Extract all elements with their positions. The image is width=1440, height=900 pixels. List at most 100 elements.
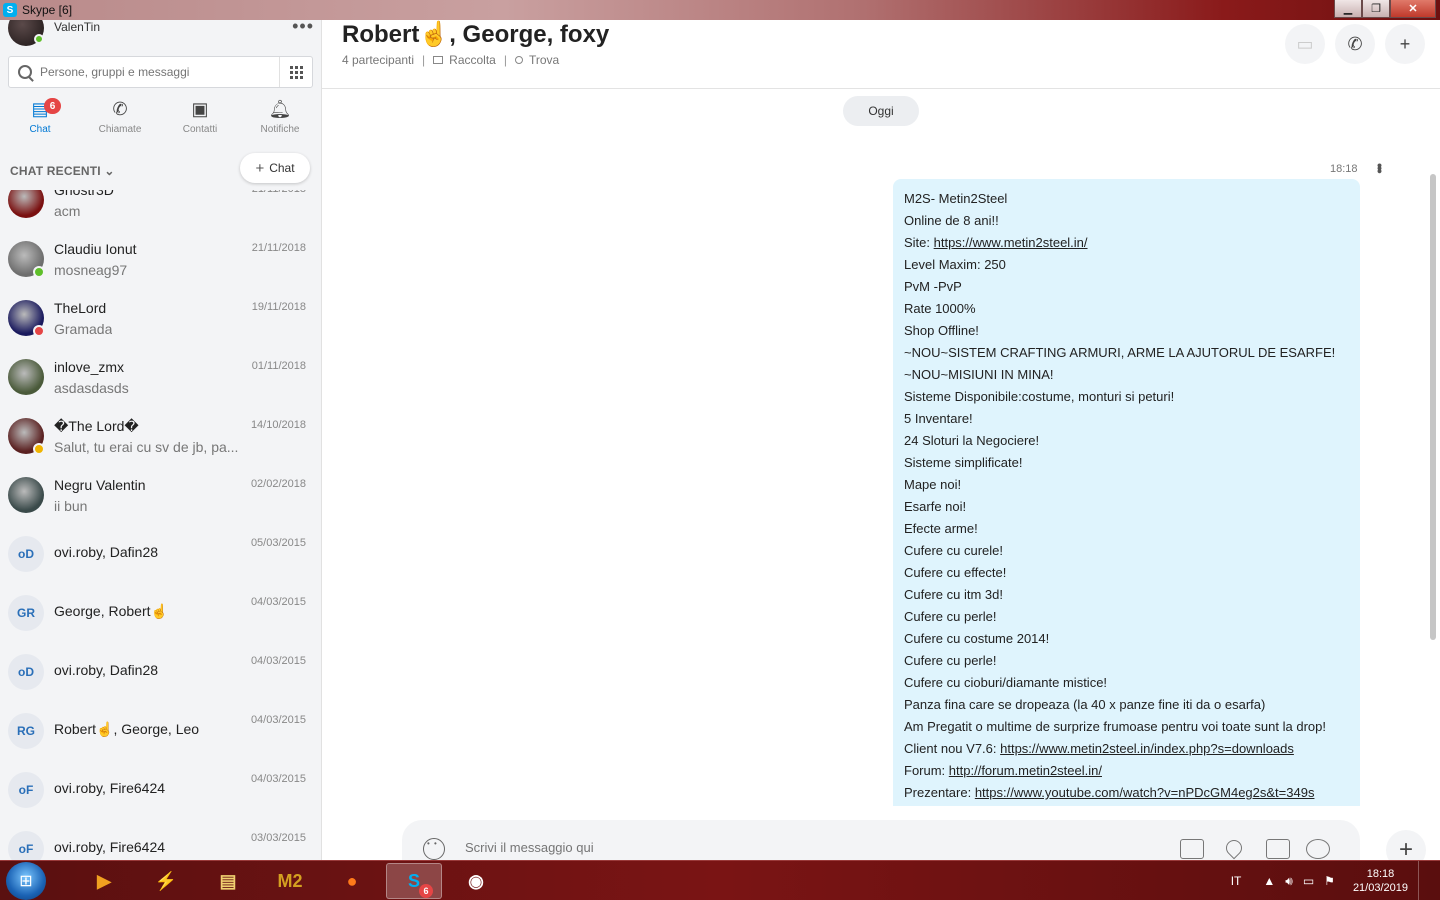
chat-name: ovi.roby, Dafin28 (54, 544, 159, 560)
conversation-title[interactable]: Robert☝, George, foxy (342, 20, 609, 49)
separator: | (422, 53, 426, 67)
chat-list-item[interactable]: inlove_zmx asdasdasds 01/11/2018 (0, 347, 321, 406)
chat-list[interactable]: Gnostr3D acm 21/11/2018 Claudiu Ionut mosnea… (0, 190, 321, 860)
message-link[interactable]: https://www.metin2steel.in/ (934, 235, 1088, 250)
find-icon (514, 56, 523, 64)
participants-link[interactable]: 4 partecipanti (342, 53, 414, 67)
message-line: ~NOU~MISIUNI IN MINA! (904, 366, 1349, 388)
dialpad-icon[interactable] (279, 57, 312, 87)
video-call-button[interactable]: ▭ (1285, 24, 1325, 64)
message-text: Level Maxim: 250 (904, 257, 1006, 272)
find-link[interactable]: Trova (529, 53, 559, 67)
message-link[interactable]: https://www.youtube.com/watch?v=nPDcGM4e… (975, 785, 1315, 800)
chat-name: TheLord (54, 300, 107, 316)
chat-preview: mosneag97 (54, 262, 128, 278)
gallery-link[interactable]: Raccolta (449, 53, 496, 67)
language-indicator[interactable]: IT (1231, 874, 1242, 888)
recent-chats-dropdown[interactable]: CHAT RECENTI ⌄ (10, 164, 115, 178)
maximize-button[interactable]: ❐ (1362, 0, 1390, 18)
message-bubble[interactable]: M2S- Metin2Steel Online de 8 ani!! Site: h… (893, 179, 1360, 806)
location-icon[interactable] (1222, 836, 1246, 860)
search-box[interactable] (8, 56, 313, 88)
chat-list-item[interactable]: Claudiu Ionut mosneag97 21/11/2018 (0, 229, 321, 288)
audio-call-button[interactable]: ✆ (1335, 24, 1375, 64)
chat-list-item[interactable]: �The Lord� Salut, tu erai cu sv de jb, pa… (0, 406, 321, 465)
taskbar-metin2-icon[interactable]: M2 (262, 863, 318, 899)
tray-expand-icon[interactable]: ▲ (1263, 874, 1275, 888)
search-input[interactable] (40, 65, 270, 79)
nav-contacts[interactable]: ▣ Contatti (160, 98, 240, 142)
phone-icon: ✆ (1347, 33, 1363, 54)
nav-chat-label: Chat (29, 124, 51, 135)
profile-header[interactable]: ValenTin ••• (8, 20, 318, 46)
taskbar-winamp-icon[interactable]: ⚡ (138, 863, 194, 899)
contact-card-icon[interactable] (1266, 839, 1290, 859)
add-participant-button[interactable]: + (1385, 24, 1425, 64)
chat-name: ovi.roby, Fire6424 (54, 839, 166, 855)
show-desktop-button[interactable] (1418, 861, 1430, 900)
action-center-icon[interactable]: ⚑ (1324, 874, 1335, 888)
taskbar-file-explorer-icon[interactable]: ▤ (200, 863, 256, 899)
message-text: Cufere cu perle! (904, 609, 997, 624)
message-composer (402, 820, 1360, 860)
message-line: ~NOU~SISTEM CRAFTING ARMURI, ARME LA AJU… (904, 344, 1349, 366)
message-line: Am Pregatit o multime de surprize frumoa… (904, 718, 1349, 740)
media-gallery-icon[interactable] (1180, 839, 1204, 859)
new-chat-button[interactable]: + Chat (240, 153, 310, 183)
more-options-icon[interactable]: ••• (292, 20, 314, 37)
message-line: Cufere cu perle! (904, 652, 1349, 674)
chat-name: ovi.roby, Fire6424 (54, 780, 166, 796)
chat-preview: asdasdasds (54, 380, 129, 396)
chat-preview: acm (54, 203, 81, 219)
chat-list-item[interactable]: RG Robert☝, George, Leo 04/03/2015 (0, 701, 321, 760)
message-line: Sisteme Disponibile:costume, monturi si … (904, 388, 1349, 410)
volume-icon[interactable]: 🔊︎ (1285, 874, 1293, 889)
scrollbar-thumb[interactable] (1430, 174, 1436, 640)
message-text: Rate 1000% (904, 301, 976, 316)
chat-list-item[interactable]: oD ovi.roby, Dafin28 04/03/2015 (0, 642, 321, 701)
chat-list-item[interactable]: GR George, Robert☝ 04/03/2015 (0, 583, 321, 642)
message-line: Cufere cu perle! (904, 608, 1349, 630)
start-button[interactable]: ⊞ (6, 862, 46, 900)
message-line: Esarfe noi! (904, 498, 1349, 520)
chat-list-item[interactable]: Gnostr3D acm 21/11/2018 (0, 190, 321, 229)
chat-date: 04/03/2015 (250, 714, 306, 726)
nav-calls[interactable]: ✆ Chiamate (80, 98, 160, 142)
message-link[interactable]: http://forum.metin2steel.in/ (949, 763, 1102, 778)
message-text: Site: (904, 235, 934, 250)
chat-list-item[interactable]: oF ovi.roby, Fire6424 03/03/2015 (0, 819, 321, 860)
taskbar-media-player-icon[interactable]: ▶ (76, 863, 132, 899)
chat-list-item[interactable]: oF ovi.roby, Fire6424 04/03/2015 (0, 760, 321, 819)
taskbar-recorder-icon[interactable]: ◉ (448, 863, 504, 899)
clock-time: 18:18 (1366, 868, 1395, 880)
message-input[interactable] (465, 840, 1065, 855)
clock[interactable]: 18:18 21/03/2019 (1353, 867, 1408, 895)
chat-list-item[interactable]: TheLord Gramada 19/11/2018 (0, 288, 321, 347)
chat-list-item[interactable]: Negru Valentin ii bun 02/02/2018 (0, 465, 321, 524)
message-line: Cufere cu effecte! (904, 564, 1349, 586)
chat-date: 01/11/2018 (251, 360, 306, 372)
nav-chat[interactable]: ▤ 6 Chat (0, 98, 80, 142)
recent-chats-header: CHAT RECENTI ⌄ + Chat (0, 152, 321, 190)
chat-list-item[interactable]: oD ovi.roby, Dafin28 05/03/2015 (0, 524, 321, 583)
message-line: Cufere cu cioburi/diamante mistice! (904, 674, 1349, 696)
message-area[interactable]: M2S- Metin2Steel Online de 8 ani!! Site: h… (322, 178, 1440, 811)
network-icon[interactable]: ▭ (1303, 874, 1314, 888)
message-line: Prezentare: https://www.youtube.com/watc… (904, 784, 1349, 806)
minimize-button[interactable]: ▁ (1334, 0, 1362, 18)
message-text: Cufere cu effecte! (904, 565, 1007, 580)
close-button[interactable]: ✕ (1390, 0, 1436, 18)
message-text: ~NOU~MISIUNI IN MINA! (904, 367, 1054, 382)
taskbar-skype-icon[interactable]: S6 (386, 863, 442, 899)
message-more-icon[interactable]: ••• (1372, 163, 1388, 172)
taskbar-app-glyph: ◉ (468, 870, 484, 891)
online-status-icon (34, 34, 44, 44)
message-line: Cufere cu curele! (904, 542, 1349, 564)
taskbar-firefox-icon[interactable]: ● (324, 863, 380, 899)
emoji-icon[interactable] (423, 838, 445, 860)
nav-notifications[interactable]: 🔔︎ Notifiche (240, 98, 320, 142)
message-link[interactable]: https://www.metin2steel.in/index.php?s=d… (1000, 741, 1294, 756)
call-actions: ▭ ✆ + (1275, 24, 1425, 64)
message-text: Esarfe noi! (904, 499, 967, 514)
poll-icon[interactable] (1306, 839, 1330, 859)
